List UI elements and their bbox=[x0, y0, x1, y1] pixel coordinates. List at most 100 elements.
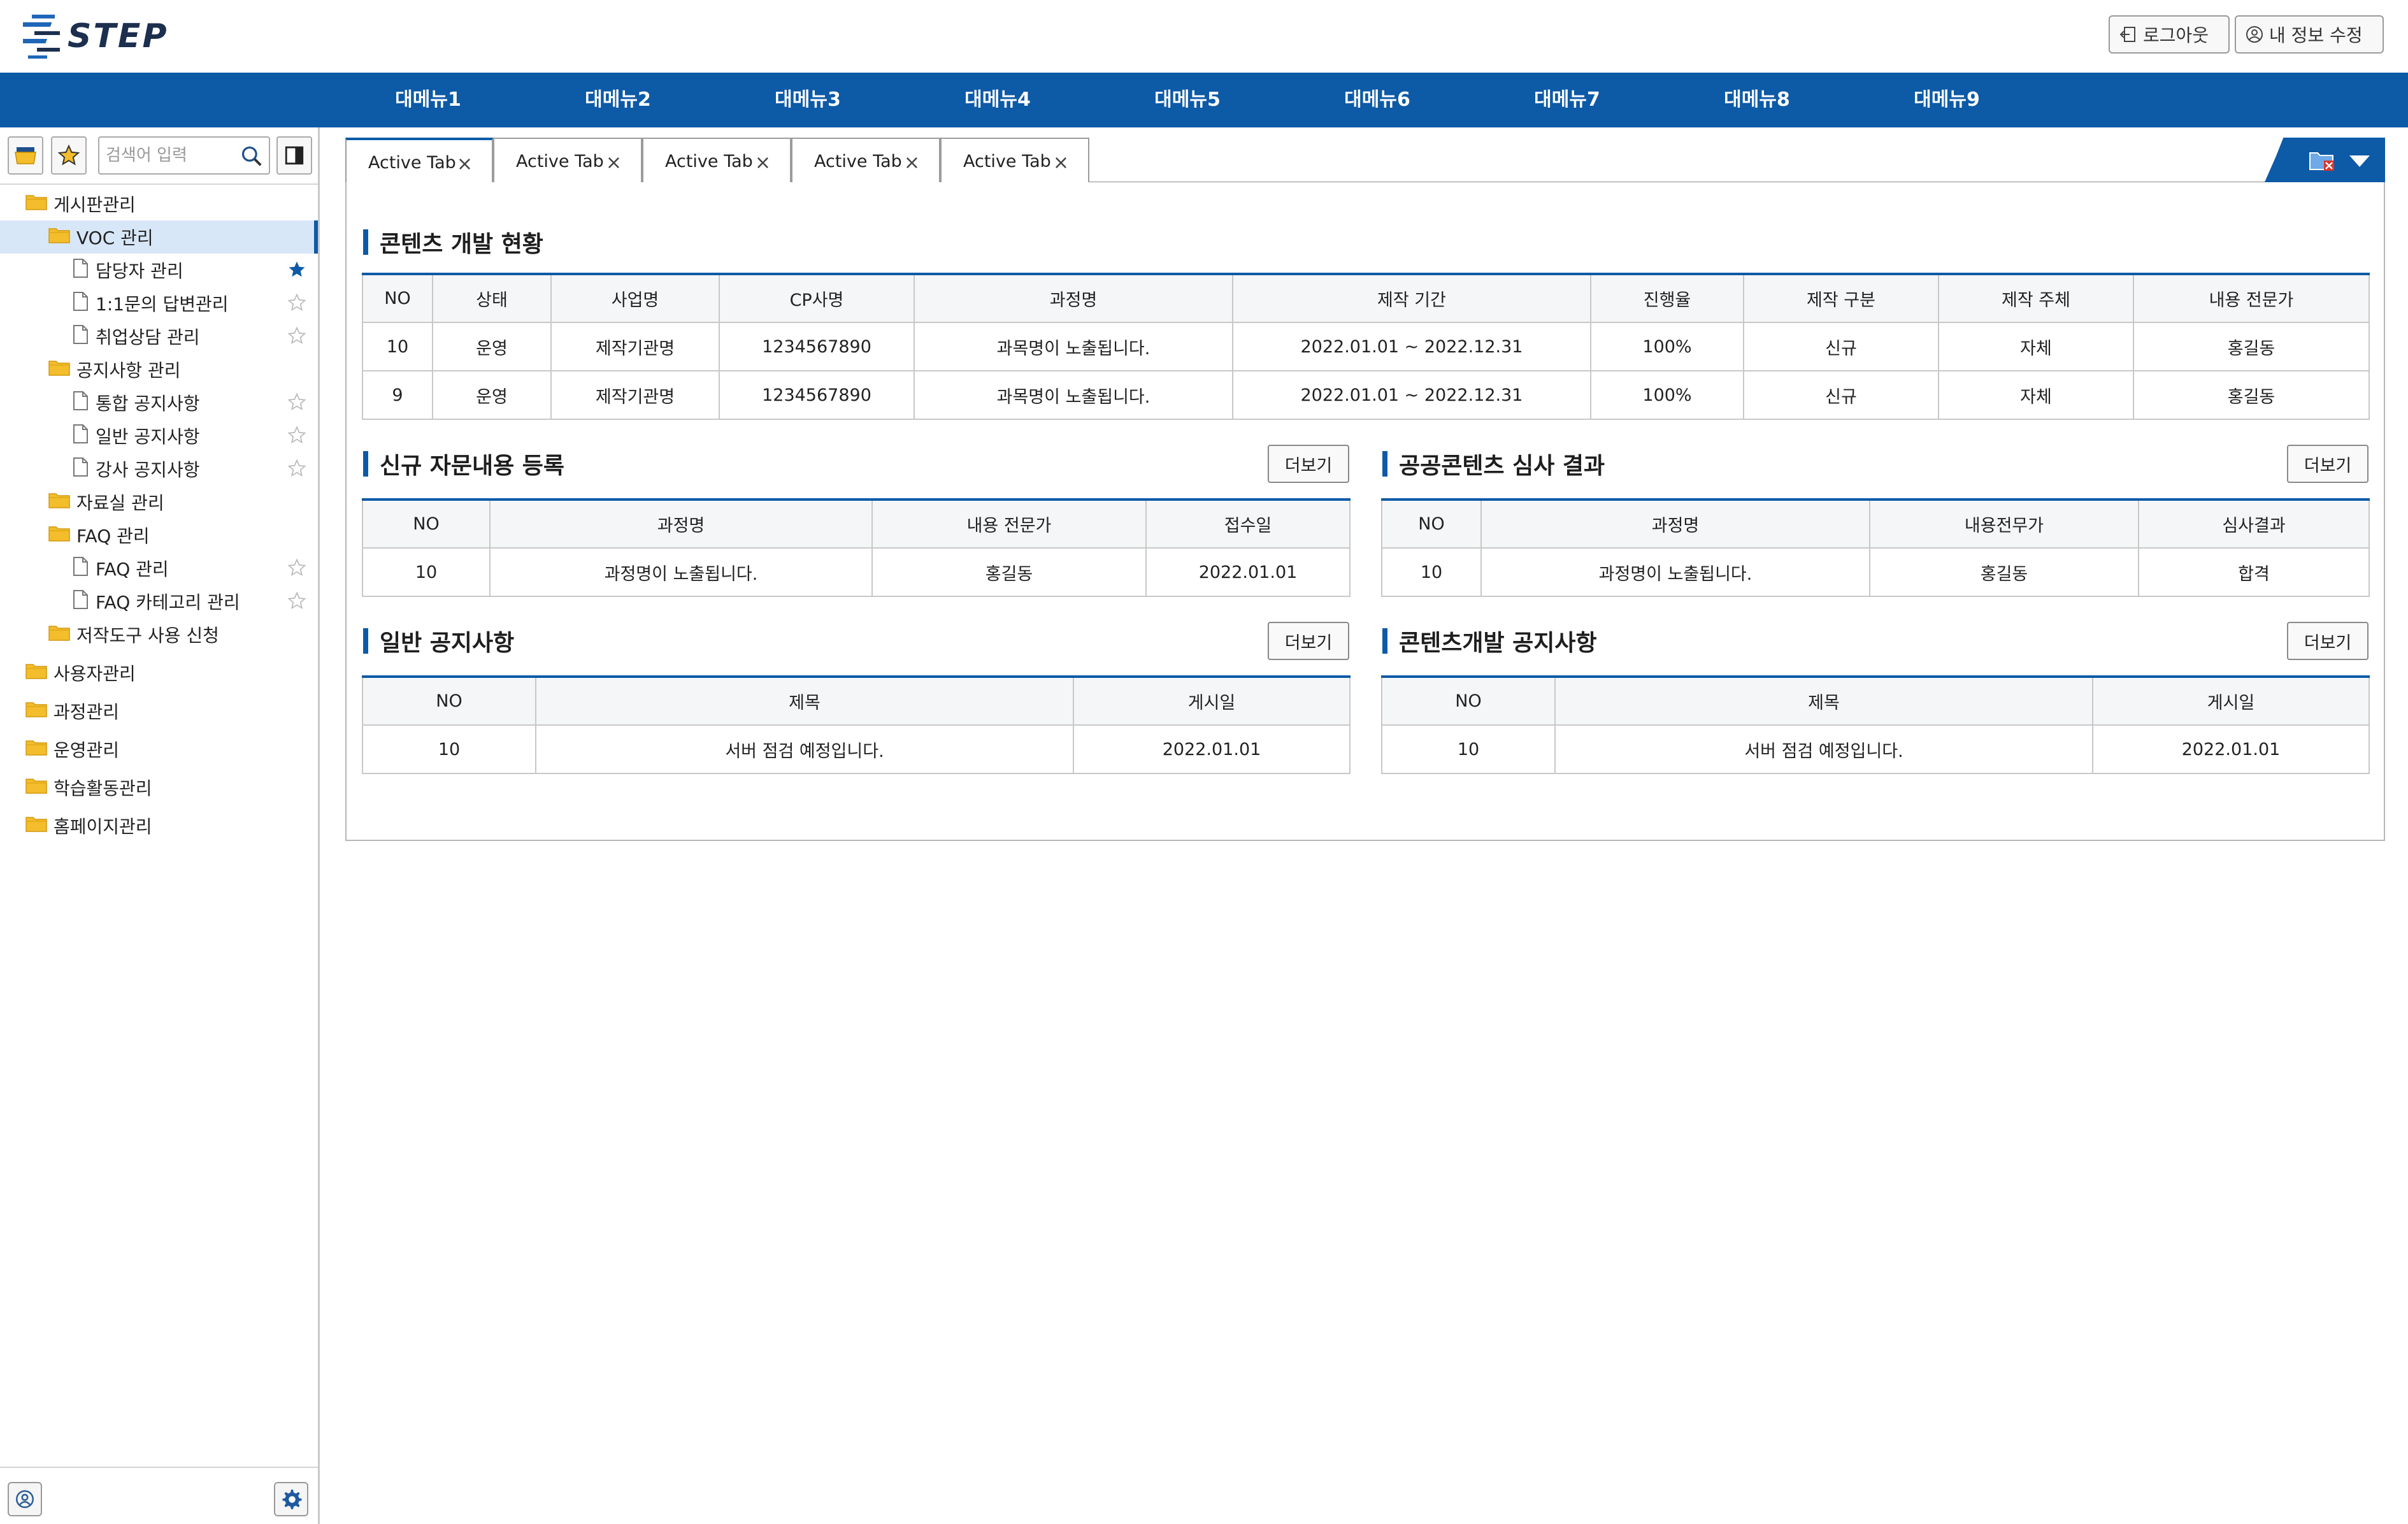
sidebar-item-page[interactable]: FAQ 카테고리 관리 bbox=[0, 585, 318, 618]
table-row[interactable]: 10 서버 점검 예정입니다. 2022.01.01 bbox=[1381, 724, 2370, 774]
table-row[interactable]: 10 운영 제작기관명 1234567890 과목명이 노출됩니다. 2022.01.01… bbox=[362, 322, 2370, 371]
sidebar-item-page[interactable]: 담당자 관리 bbox=[0, 254, 318, 287]
table-cell: 과목명이 노출됩니다. bbox=[914, 370, 1233, 420]
sidebar-item-page[interactable]: 취업상담 관리 bbox=[0, 320, 318, 353]
table-cell: 자체 bbox=[1938, 322, 2134, 371]
sidebar-item-folder[interactable]: VOC 관리 bbox=[0, 220, 318, 254]
table-cell: 100% bbox=[1590, 370, 1744, 420]
sidebar-item-folder[interactable]: 학습활동관리 bbox=[0, 771, 318, 804]
sidebar-item-page[interactable]: 강사 공지사항 bbox=[0, 452, 318, 485]
table-row[interactable]: 10 서버 점검 예정입니다. 2022.01.01 bbox=[362, 724, 1351, 774]
table-cell: 자체 bbox=[1938, 370, 2134, 420]
table-cell: 신규 bbox=[1743, 322, 1939, 371]
sidebar-item-page[interactable]: 통합 공지사항 bbox=[0, 386, 318, 419]
tab-1[interactable]: Active Tab × bbox=[345, 138, 493, 185]
sidebar-item-folder[interactable]: 운영관리 bbox=[0, 733, 318, 766]
sidebar-item-folder[interactable]: 과정관리 bbox=[0, 694, 318, 728]
sidebar-item-page[interactable]: 일반 공지사항 bbox=[0, 419, 318, 452]
main-menu-item-9[interactable]: 대메뉴9 bbox=[1883, 73, 2010, 127]
close-tab-icon[interactable]: × bbox=[606, 152, 622, 174]
sidebar-item-label: 사용자관리 bbox=[54, 663, 136, 684]
close-tab-icon[interactable]: × bbox=[1053, 152, 1069, 174]
main-menu-item-2[interactable]: 대메뉴2 bbox=[554, 73, 682, 127]
tab-list-dropdown-icon[interactable] bbox=[2348, 154, 2371, 168]
sidebar-item-label: VOC 관리 bbox=[76, 227, 154, 248]
general-notice-more-button[interactable]: 더보기 bbox=[1268, 622, 1349, 660]
close-all-tabs-icon[interactable] bbox=[2309, 150, 2335, 172]
sidebar-item-folder[interactable]: 게시판관리 bbox=[0, 187, 318, 220]
table-cell: 2022.01.01 ~ 2022.12.31 bbox=[1232, 370, 1591, 420]
table-row[interactable]: 9 운영 제작기관명 1234567890 과목명이 노출됩니다. 2022.01.01 … bbox=[362, 370, 2370, 420]
column-header: 심사결과 bbox=[2138, 500, 2370, 549]
favorites-button[interactable] bbox=[51, 136, 87, 175]
sidebar-item-label: 학습활동관리 bbox=[54, 778, 152, 799]
sidebar-item-folder[interactable]: 저작도구 사용 신청 bbox=[0, 618, 318, 651]
favorite-star-icon[interactable] bbox=[287, 293, 306, 317]
all-menu-button[interactable] bbox=[8, 136, 43, 175]
review-more-button[interactable]: 더보기 bbox=[2287, 445, 2369, 483]
main-menu-item-7[interactable]: 대메뉴7 bbox=[1503, 73, 1631, 127]
main-menu-item-6[interactable]: 대메뉴6 bbox=[1314, 73, 1441, 127]
sidebar-item-folder[interactable]: FAQ 관리 bbox=[0, 519, 318, 552]
toggle-sidebar-button[interactable] bbox=[276, 136, 312, 175]
search-icon[interactable] bbox=[240, 144, 264, 168]
sidebar-toolbar bbox=[8, 136, 313, 175]
edit-profile-button[interactable]: 내 정보 수정 bbox=[2235, 15, 2384, 54]
sidebar-item-folder[interactable]: 홈페이지관리 bbox=[0, 809, 318, 842]
sidebar-item-label: FAQ 관리 bbox=[96, 559, 169, 580]
main-menu-item-4[interactable]: 대메뉴4 bbox=[934, 73, 1061, 127]
user-circle-icon bbox=[2246, 26, 2263, 43]
table-cell: 100% bbox=[1590, 322, 1744, 371]
tab-5[interactable]: Active Tab × bbox=[940, 138, 1089, 183]
column-header: 접수일 bbox=[1145, 500, 1351, 549]
column-header: NO bbox=[1381, 677, 1556, 726]
table-cell: 9 bbox=[362, 370, 433, 420]
tab-2[interactable]: Active Tab × bbox=[493, 138, 642, 183]
column-header: 상태 bbox=[432, 274, 552, 323]
folder-icon bbox=[25, 777, 47, 799]
user-profile-button[interactable] bbox=[8, 1482, 42, 1516]
close-tab-icon[interactable]: × bbox=[904, 152, 920, 174]
step-logo[interactable]: STEP bbox=[23, 9, 169, 64]
favorite-star-icon[interactable] bbox=[287, 558, 306, 582]
favorite-star-filled-icon[interactable] bbox=[287, 260, 306, 284]
logout-icon bbox=[2119, 27, 2135, 42]
sidebar-item-folder[interactable]: 자료실 관리 bbox=[0, 485, 318, 519]
main-menu-item-1[interactable]: 대메뉴1 bbox=[364, 73, 492, 127]
sidebar-item-folder[interactable]: 사용자관리 bbox=[0, 656, 318, 689]
sidebar-item-label: FAQ 관리 bbox=[76, 526, 150, 547]
sidebar-item-page[interactable]: 1:1문의 답변관리 bbox=[0, 287, 318, 320]
main-menu-item-8[interactable]: 대메뉴8 bbox=[1693, 73, 1821, 127]
tab-3[interactable]: Active Tab × bbox=[642, 138, 791, 183]
table-row[interactable]: 10 과정명이 노출됩니다. 홍길동 합격 bbox=[1381, 547, 2370, 597]
favorite-star-icon[interactable] bbox=[287, 591, 306, 615]
main-menu-item-3[interactable]: 대메뉴3 bbox=[744, 73, 871, 127]
content-notice-more-button[interactable]: 더보기 bbox=[2287, 622, 2369, 660]
header: STEP 로그아웃 내 정보 수정 bbox=[0, 0, 2408, 73]
document-icon bbox=[71, 424, 89, 449]
logout-label: 로그아웃 bbox=[2143, 25, 2209, 46]
favorite-star-icon[interactable] bbox=[287, 459, 306, 482]
sidebar-item-label: 게시판관리 bbox=[54, 194, 136, 215]
tab-4[interactable]: Active Tab × bbox=[791, 138, 940, 183]
column-header: 제작 주체 bbox=[1938, 274, 2134, 323]
advisory-more-button[interactable]: 더보기 bbox=[1268, 445, 1349, 483]
column-header: 과정명 bbox=[1480, 500, 1870, 549]
tab-label: Active Tab bbox=[368, 153, 456, 173]
logout-button[interactable]: 로그아웃 bbox=[2109, 15, 2230, 54]
column-header: NO bbox=[362, 274, 433, 323]
favorite-star-icon[interactable] bbox=[287, 326, 306, 350]
column-header: NO bbox=[362, 677, 536, 726]
document-icon bbox=[71, 457, 89, 482]
sidebar-item-label: 담당자 관리 bbox=[96, 261, 183, 282]
sidebar-item-folder[interactable]: 공지사항 관리 bbox=[0, 353, 318, 386]
settings-button[interactable] bbox=[274, 1482, 308, 1516]
favorite-star-icon[interactable] bbox=[287, 392, 306, 416]
table-row[interactable]: 10 과정명이 노출됩니다. 홍길동 2022.01.01 bbox=[362, 547, 1351, 597]
close-tab-icon[interactable]: × bbox=[755, 152, 771, 174]
main-menu-item-5[interactable]: 대메뉴5 bbox=[1124, 73, 1251, 127]
favorite-star-icon[interactable] bbox=[287, 426, 306, 449]
menu-search-input[interactable] bbox=[106, 143, 233, 168]
close-tab-icon[interactable]: × bbox=[457, 153, 473, 175]
sidebar-item-page[interactable]: FAQ 관리 bbox=[0, 552, 318, 585]
